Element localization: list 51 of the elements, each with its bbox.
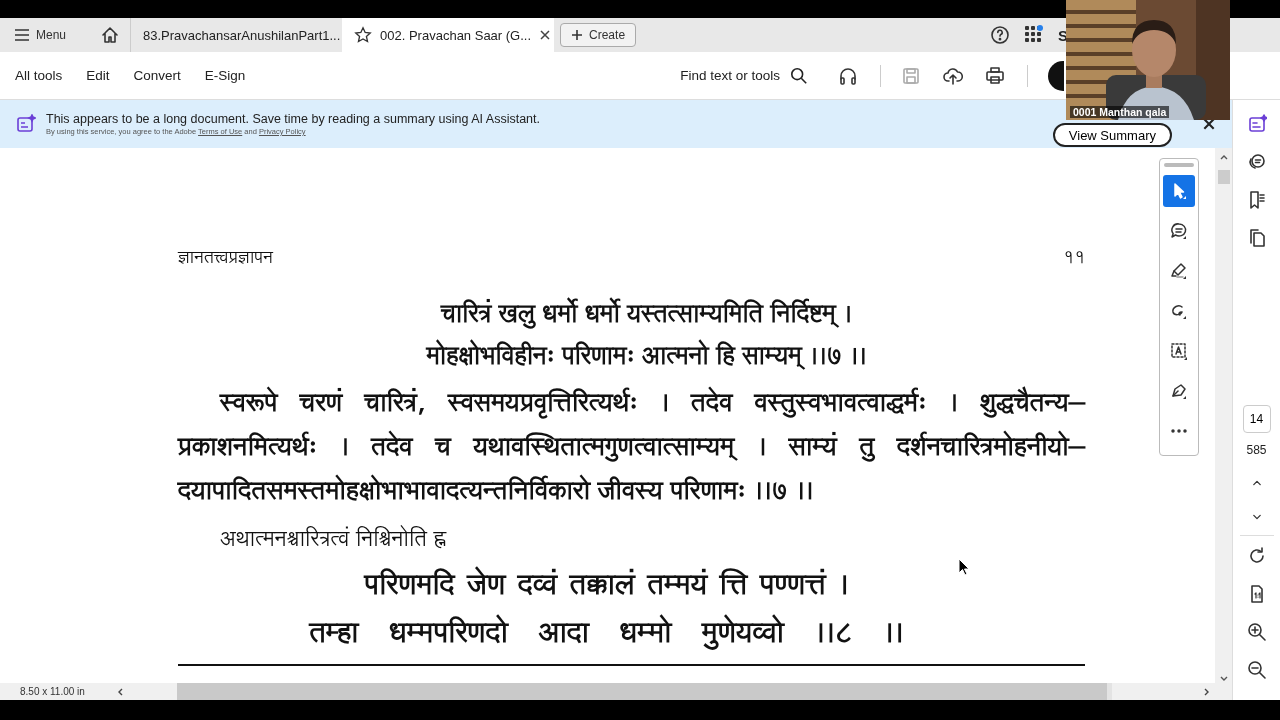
headphones-icon[interactable]: [838, 65, 858, 86]
comment-icon[interactable]: [1169, 221, 1189, 241]
verse-line: मोहक्षोभविहीनः परिणामः आत्मनो हि साम्यम् ।।७ ।।: [426, 337, 867, 378]
page-number-field[interactable]: 14: [1242, 405, 1271, 433]
verse-line: परिणमदि जेण दव्वं तक्कालं तम्मयं त्ति पण्णत्तं ।: [364, 562, 849, 610]
section-heading: अथात्मनश्चारित्रत्वं निश्चिनोति ह्न: [220, 522, 448, 559]
banner-message: This appears to be a long document. Save time by reading a summary using AI Assistant.: [46, 112, 540, 126]
comments-icon[interactable]: [1246, 152, 1267, 172]
toolbar-menu[interactable]: E-Sign: [192, 68, 258, 83]
view-summary-button[interactable]: View Summary: [1052, 123, 1172, 147]
apps-icon[interactable]: [1024, 25, 1044, 45]
zoom-in-icon[interactable]: [1246, 622, 1267, 642]
plus-icon[interactable]: [571, 29, 584, 41]
cloud-upload-icon[interactable]: [943, 65, 963, 86]
find-button[interactable]: Find text or tools: [674, 65, 814, 86]
pen-nib-icon[interactable]: [1169, 381, 1189, 401]
home-icon[interactable]: [100, 25, 121, 45]
commentary-line: दयापादितसमस्तमोहक्षोभाभावादत्यन्तनिर्विकारो जीवस्य परिणामः ।।७ ।।: [178, 471, 815, 514]
commentary-line: प्रकाशनमित्यर्थः । तदेव च यथावस्थितात्मगुणत्वात्साम्यम् । साम्यं तु दर्शनचारित्रमोहनीयो–: [178, 427, 1085, 470]
search-icon[interactable]: [790, 66, 808, 85]
menu-icon[interactable]: [14, 28, 30, 42]
text-box-icon[interactable]: [1169, 341, 1189, 361]
star-icon[interactable]: [354, 26, 373, 44]
close-icon[interactable]: [539, 29, 552, 41]
page-size: 8.50 x 11.00 in: [20, 686, 85, 697]
document-tab[interactable]: 002. Pravachan Saar (G...: [342, 18, 555, 52]
toolbar-menu[interactable]: Convert: [121, 68, 193, 83]
pointer-tool[interactable]: [1163, 175, 1195, 207]
help-icon[interactable]: [990, 25, 1010, 45]
menu-button[interactable]: Menu: [0, 18, 77, 52]
ai-assistant-icon[interactable]: [1246, 114, 1267, 134]
close-icon[interactable]: [1202, 117, 1216, 131]
share-button[interactable]: [1048, 60, 1064, 91]
highlighter-icon[interactable]: [1169, 261, 1189, 281]
ai-summary-icon: [16, 114, 36, 134]
verse-line: तम्हा धम्मपरिणदो आदा धम्मो मुणेयव्वो ।।८ ।।: [309, 610, 904, 658]
zoom-out-icon[interactable]: [1246, 660, 1267, 680]
verse-line: चारित्रं खलु धर्मो धर्मो यस्तत्साम्यमिति निर्दिष्टम् ।: [441, 295, 852, 336]
mouse-cursor-icon: [958, 558, 970, 576]
print-icon[interactable]: [985, 65, 1005, 86]
scrollbar-thumb[interactable]: [1217, 170, 1230, 184]
toolbar-menu[interactable]: Edit: [74, 68, 122, 83]
total-pages: 585: [1246, 443, 1267, 457]
document-tab[interactable]: 83.PravachansarAnushilanPart1...: [130, 18, 343, 52]
running-header: ज्ञानतत्त्वप्रज्ञापन: [178, 243, 273, 274]
commentary-line: स्वरूपे चरणं चारित्रं, स्वसमयप्रवृत्तिरित्यर्थः । तदेव वस्तुस्वभावत्वाद्धर्मः । शुद्धचैतन्य–: [218, 383, 1085, 426]
page-number: ११: [1062, 243, 1085, 274]
scrollbar-thumb[interactable]: [176, 683, 1107, 700]
toolbar-menu[interactable]: All tools: [0, 68, 75, 83]
participant-name: 0001 Manthan qala: [1070, 106, 1170, 118]
create-button[interactable]: Create: [560, 23, 637, 47]
